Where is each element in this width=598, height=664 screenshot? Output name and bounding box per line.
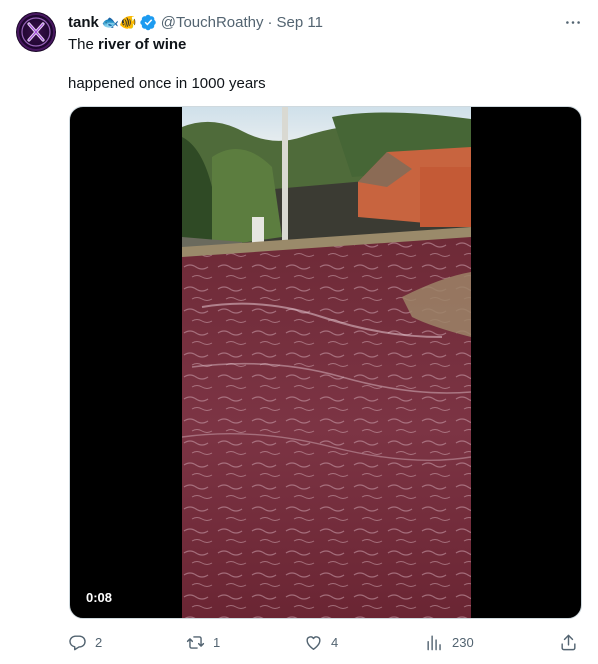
more-icon[interactable] bbox=[562, 12, 584, 32]
retweet-icon bbox=[186, 635, 205, 649]
action-bar: 2 1 4 230 bbox=[68, 630, 582, 654]
view-count: 230 bbox=[452, 634, 474, 650]
display-name[interactable]: tank bbox=[68, 14, 99, 31]
like-count: 4 bbox=[331, 634, 339, 650]
reply-count: 2 bbox=[95, 634, 103, 650]
header-separator: · bbox=[267, 13, 273, 31]
views-button[interactable]: 230 bbox=[425, 630, 474, 654]
like-button[interactable]: 4 bbox=[304, 630, 338, 654]
tweet-text-line-2: happened once in 1000 years bbox=[68, 75, 266, 92]
tweet-text-prefix: The bbox=[68, 36, 99, 53]
name-emojis: 🐟🐠 bbox=[101, 13, 137, 30]
video-duration: 0:08 bbox=[82, 588, 117, 608]
tweet-text-bold: river of wine bbox=[98, 36, 187, 53]
tweet-header: tank 🐟🐠 @TouchRoathy · Sep 11 bbox=[68, 12, 323, 32]
retweet-button[interactable]: 1 bbox=[186, 630, 220, 654]
views-icon bbox=[427, 634, 441, 650]
avatar[interactable] bbox=[16, 12, 56, 52]
user-handle[interactable]: @TouchRoathy bbox=[161, 14, 264, 31]
video-player[interactable]: 0:08 bbox=[69, 106, 582, 619]
share-icon bbox=[561, 634, 576, 650]
tweet-date[interactable]: Sep 11 bbox=[277, 14, 323, 31]
tweet[interactable]: tank 🐟🐠 @TouchRoathy · Sep 11 The river … bbox=[0, 0, 598, 664]
reply-button[interactable]: 2 bbox=[68, 630, 102, 654]
verified-badge-icon[interactable] bbox=[140, 14, 157, 31]
like-icon bbox=[306, 635, 321, 650]
retweet-count: 1 bbox=[213, 634, 221, 650]
video-frame bbox=[182, 107, 471, 618]
tweet-text-line-1: The river of wine bbox=[68, 35, 186, 55]
share-button[interactable] bbox=[559, 630, 578, 654]
reply-icon bbox=[69, 634, 86, 650]
